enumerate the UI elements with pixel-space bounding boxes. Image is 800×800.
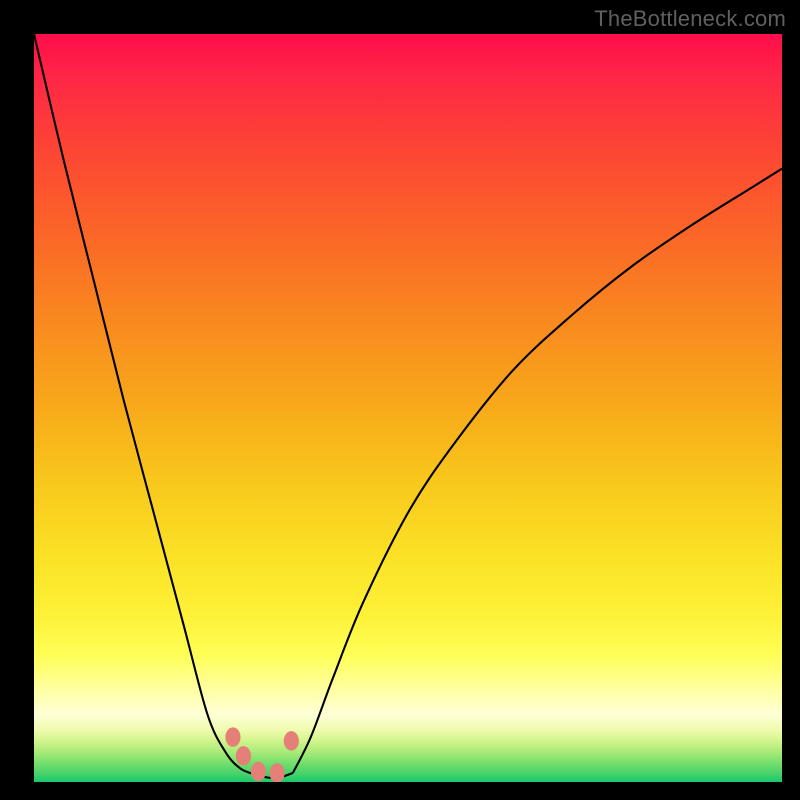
chart-frame: TheBottleneck.com [0, 0, 800, 800]
watermark-text: TheBottleneck.com [594, 6, 786, 32]
chart-svg [34, 34, 782, 782]
curve-left [34, 34, 255, 775]
marker-left-2 [236, 746, 251, 765]
marker-mid-2 [270, 763, 285, 782]
marker-right-1 [284, 731, 299, 750]
series-group [34, 34, 782, 778]
plot-area [34, 34, 782, 782]
marker-left-1 [225, 727, 240, 746]
curve-right [293, 169, 782, 773]
marker-mid-1 [251, 762, 266, 781]
